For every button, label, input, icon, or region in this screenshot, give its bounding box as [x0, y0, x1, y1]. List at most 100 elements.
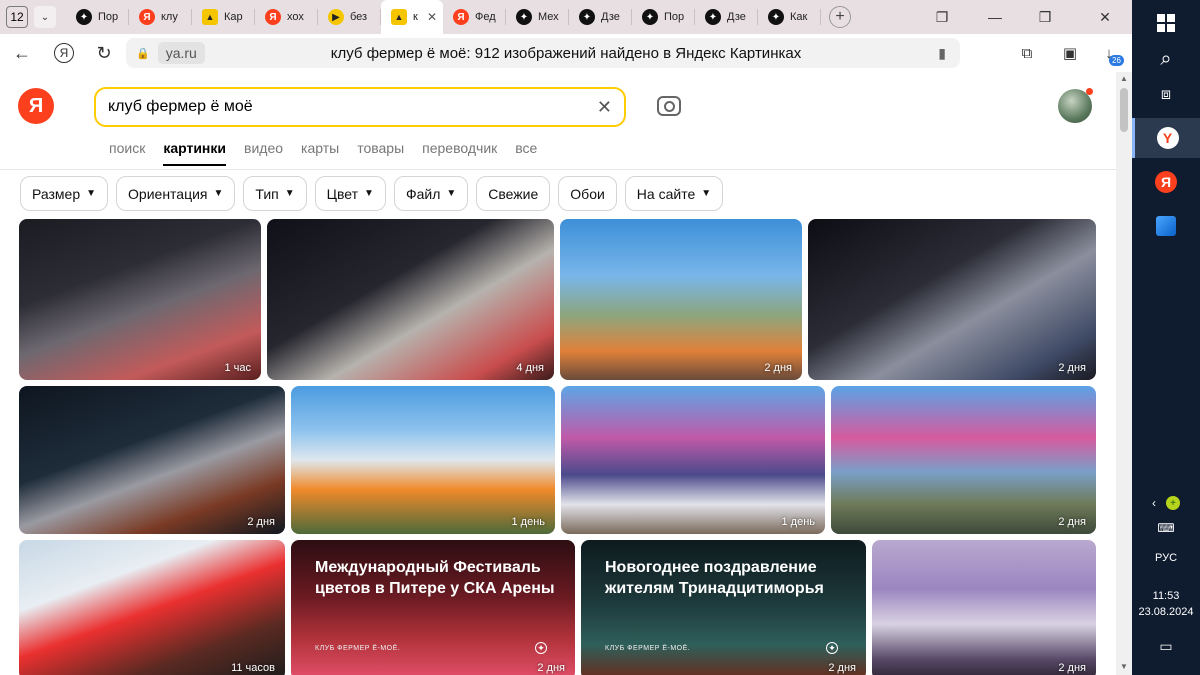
browser-tab[interactable]: Я Фед [443, 0, 506, 34]
browser-tab[interactable]: ▶ без [318, 0, 381, 34]
image-age: 11 часов [231, 662, 275, 674]
domain-chip[interactable]: ya.ru [157, 42, 205, 64]
image-age: 2 дня [1058, 516, 1086, 528]
service-tab[interactable]: все [515, 140, 537, 166]
downloads-icon[interactable]: ↓ 26 [1096, 40, 1124, 66]
image-result[interactable]: 11 часов [19, 540, 285, 675]
task-view-icon: ⧈ [1160, 86, 1172, 103]
tabs-dropdown-button[interactable]: ⌄ [34, 6, 56, 28]
task-view-button[interactable]: ⧈ [1132, 78, 1200, 112]
new-tab-button[interactable]: + [829, 6, 851, 28]
scroll-thumb[interactable] [1120, 88, 1128, 132]
image-result[interactable]: 1 час [19, 219, 261, 380]
image-result[interactable]: 2 дня [19, 386, 285, 534]
windows-taskbar: ⌕ ⧈ Y Я ‹ + ⌨ РУС 11:53 23.08.2024 ▭ [1132, 0, 1200, 675]
browser-tab[interactable]: ▲ к ✕ [381, 0, 443, 34]
tab-label: к [413, 11, 418, 23]
filters-bar: Размер ▼ Ориентация ▼ Тип ▼ Цвет ▼ Файл ▼ Свежие Об… [20, 176, 724, 211]
image-age: 1 час [224, 362, 251, 374]
tab-label: без [350, 11, 368, 23]
extension-icon[interactable]: ▣ [1057, 40, 1083, 66]
clock-time[interactable]: 11:53 [1132, 590, 1200, 602]
search-input[interactable] [108, 98, 578, 116]
notifications-button[interactable]: ▭ [1132, 634, 1200, 658]
tab-count-button[interactable]: 12 [6, 6, 28, 28]
reload-button[interactable]: ↻ [88, 37, 120, 69]
image-overlay-title: Международный Фестиваль цветов в Питере … [315, 559, 555, 597]
windows-start-button[interactable] [1132, 8, 1200, 38]
image-result[interactable]: 2 дня [831, 386, 1096, 534]
browser-tab[interactable]: Яхох [255, 0, 318, 34]
input-language[interactable]: РУС [1132, 552, 1200, 564]
photos-taskbar-app[interactable] [1132, 208, 1200, 244]
close-window-button[interactable]: ✕ [1085, 0, 1125, 34]
browser-tab[interactable]: ✦ Мех [506, 0, 569, 34]
header-divider [0, 169, 1116, 170]
image-result[interactable]: 2 дня [808, 219, 1096, 380]
dzen-icon: ✦ [516, 9, 532, 25]
service-tab[interactable]: видео [244, 140, 283, 166]
windows-logo-icon [1157, 14, 1175, 32]
filter-chip[interactable]: Размер ▼ [20, 176, 109, 211]
yandex-browser-icon: Y [1156, 127, 1179, 149]
arrow-left-icon: ← [13, 42, 31, 63]
image-result[interactable]: 1 день [291, 386, 555, 534]
service-tab[interactable]: поиск [109, 140, 145, 166]
service-tab[interactable]: переводчик [422, 140, 497, 166]
back-button[interactable]: ← [6, 37, 38, 69]
collections-icon[interactable]: ⧉ [1014, 40, 1040, 66]
image-result[interactable]: 2 дня [872, 540, 1096, 675]
image-result[interactable]: 2 дня [560, 219, 802, 380]
keyboard-tray-button[interactable]: ⌨ [1132, 518, 1200, 538]
page-scrollbar[interactable]: ▲ ▼ [1116, 72, 1132, 675]
service-tab[interactable]: карты [301, 140, 339, 166]
filter-chip[interactable]: Файл ▼ [393, 176, 469, 211]
bookmark-icon[interactable]: ▮ [938, 45, 946, 62]
restore-button[interactable]: ❒ [1025, 0, 1065, 34]
clock-date[interactable]: 23.08.2024 [1132, 606, 1200, 618]
service-tab[interactable]: картинки [163, 140, 227, 166]
tab-label: Дзе [601, 11, 620, 23]
browser-tab[interactable]: ▲ Кар [192, 0, 255, 34]
image-age: 2 дня [828, 662, 856, 674]
close-tab-icon[interactable]: ✕ [427, 10, 437, 24]
omnibox[interactable]: 🔒 ya.ru клуб фермер ё моё: 912 изображен… [126, 38, 960, 68]
scroll-up-icon[interactable]: ▲ [1120, 74, 1128, 83]
dzen-icon: ✦ [642, 9, 658, 25]
filter-chip[interactable]: Тип ▼ [243, 176, 307, 211]
browser-tab[interactable]: ✦ Пор [66, 0, 129, 34]
image-result[interactable]: Международный Фестиваль цветов в Питере … [291, 540, 575, 675]
image-result[interactable]: 1 день [561, 386, 825, 534]
browser-tab[interactable]: ✦ Дзе [569, 0, 632, 34]
clear-search-icon[interactable]: ✕ [597, 97, 612, 118]
yandex-taskbar-app[interactable]: Я [1132, 164, 1200, 200]
dzen-plus-icon: ✦ [826, 642, 838, 654]
yandex-logo[interactable]: Я [18, 88, 54, 124]
browser-tab[interactable]: Яклу [129, 0, 192, 34]
scroll-down-icon[interactable]: ▼ [1120, 662, 1128, 671]
browser-tab[interactable]: ✦ Как [758, 0, 821, 34]
filter-label: Свежие [488, 185, 539, 202]
filter-chip[interactable]: Обои [558, 176, 617, 211]
browser-tab[interactable]: ✦ Пор [632, 0, 695, 34]
tab-pin-icon[interactable]: ❐ [922, 0, 962, 34]
filter-chip[interactable]: Ориентация ▼ [116, 176, 236, 211]
tab-label: Дзе [727, 11, 746, 23]
filter-label: Цвет [326, 185, 359, 202]
filter-chip[interactable]: Цвет ▼ [314, 176, 386, 211]
search-icon: ⌕ [1160, 47, 1172, 70]
yandex-browser-taskbar-app[interactable]: Y [1132, 118, 1200, 158]
browser-tab[interactable]: ✦ Дзе [695, 0, 758, 34]
filter-label: Размер [32, 185, 81, 202]
image-search-camera-icon[interactable] [657, 96, 681, 116]
chevron-down-icon: ▼ [446, 188, 457, 199]
filter-chip[interactable]: Свежие [476, 176, 551, 211]
filter-chip[interactable]: На сайте ▼ [624, 176, 724, 211]
image-result[interactable]: Новогоднее поздравление жителям Тринадци… [581, 540, 866, 675]
tray-expand-button[interactable]: ‹ + [1132, 492, 1200, 514]
service-tab[interactable]: товары [357, 140, 404, 166]
search-taskbar-button[interactable]: ⌕ [1132, 42, 1200, 76]
minimize-button[interactable]: — [975, 0, 1015, 34]
image-result[interactable]: 4 дня [267, 219, 554, 380]
yandex-home-button[interactable]: Я [48, 37, 80, 69]
